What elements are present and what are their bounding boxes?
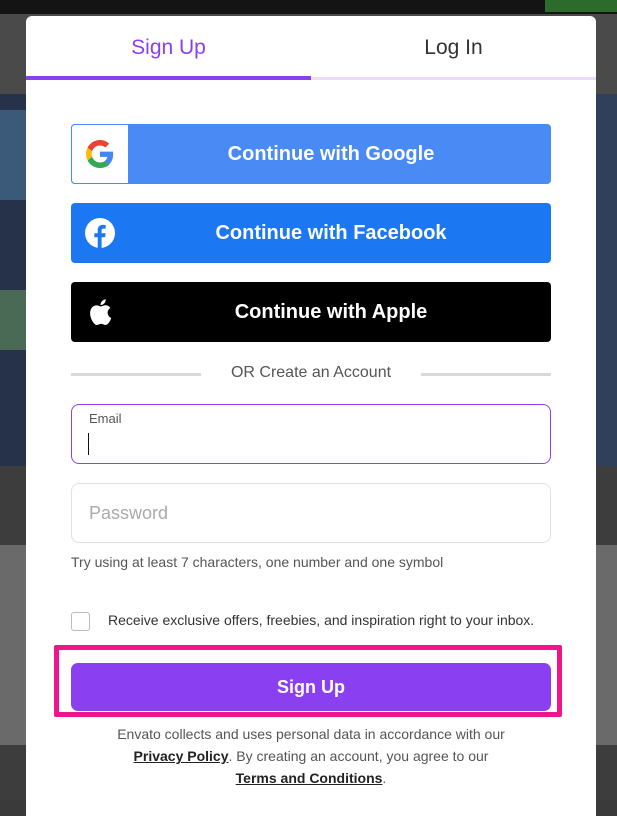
text-cursor [88, 433, 89, 455]
offers-checkbox-label[interactable]: Receive exclusive offers, freebies, and … [108, 612, 534, 628]
divider-line-right [421, 373, 551, 376]
password-hint: Try using at least 7 characters, one num… [71, 554, 444, 570]
tab-sign-up[interactable]: Sign Up [26, 16, 311, 80]
continue-with-facebook-button[interactable]: Continue with Facebook [71, 203, 551, 263]
offers-checkbox[interactable] [71, 612, 90, 631]
signup-modal: Sign Up Log In Continue with Google Cont… [26, 16, 596, 816]
google-icon [71, 124, 129, 184]
continue-with-apple-button[interactable]: Continue with Apple [71, 282, 551, 342]
email-field[interactable]: Email [71, 404, 551, 464]
privacy-policy-link[interactable]: Privacy Policy [134, 748, 229, 764]
terms-and-conditions-link[interactable]: Terms and Conditions [236, 770, 383, 786]
legal-notice: Envato collects and uses personal data i… [71, 723, 551, 789]
google-button-label: Continue with Google [227, 142, 435, 165]
auth-tabs: Sign Up Log In [26, 16, 596, 80]
legal-text-end: . [382, 770, 387, 786]
apple-button-label: Continue with Apple [234, 300, 428, 323]
sign-up-button[interactable]: Sign Up [71, 663, 551, 711]
apple-icon [71, 282, 129, 342]
bg-top-bar [0, 0, 617, 14]
continue-with-google-button[interactable]: Continue with Google [71, 124, 551, 184]
active-tab-indicator [26, 76, 311, 80]
offers-option: Receive exclusive offers, freebies, and … [71, 612, 571, 634]
tab-divider [311, 77, 596, 80]
facebook-button-label: Continue with Facebook [215, 221, 447, 244]
bg-card-left [0, 545, 26, 745]
tab-log-in[interactable]: Log In [311, 16, 596, 80]
facebook-icon [71, 203, 129, 263]
password-placeholder: Password [89, 503, 169, 523]
bg-right-column [595, 94, 617, 466]
email-label: Email [89, 411, 122, 426]
legal-text-2: . By creating an account, you agree to o… [228, 748, 489, 764]
or-divider: OR Create an Account [71, 362, 551, 386]
password-field[interactable]: Password [71, 483, 551, 543]
legal-text-1: Envato collects and uses personal data i… [117, 726, 505, 742]
bg-top-right-button [545, 0, 617, 12]
bg-card-right [595, 545, 617, 745]
